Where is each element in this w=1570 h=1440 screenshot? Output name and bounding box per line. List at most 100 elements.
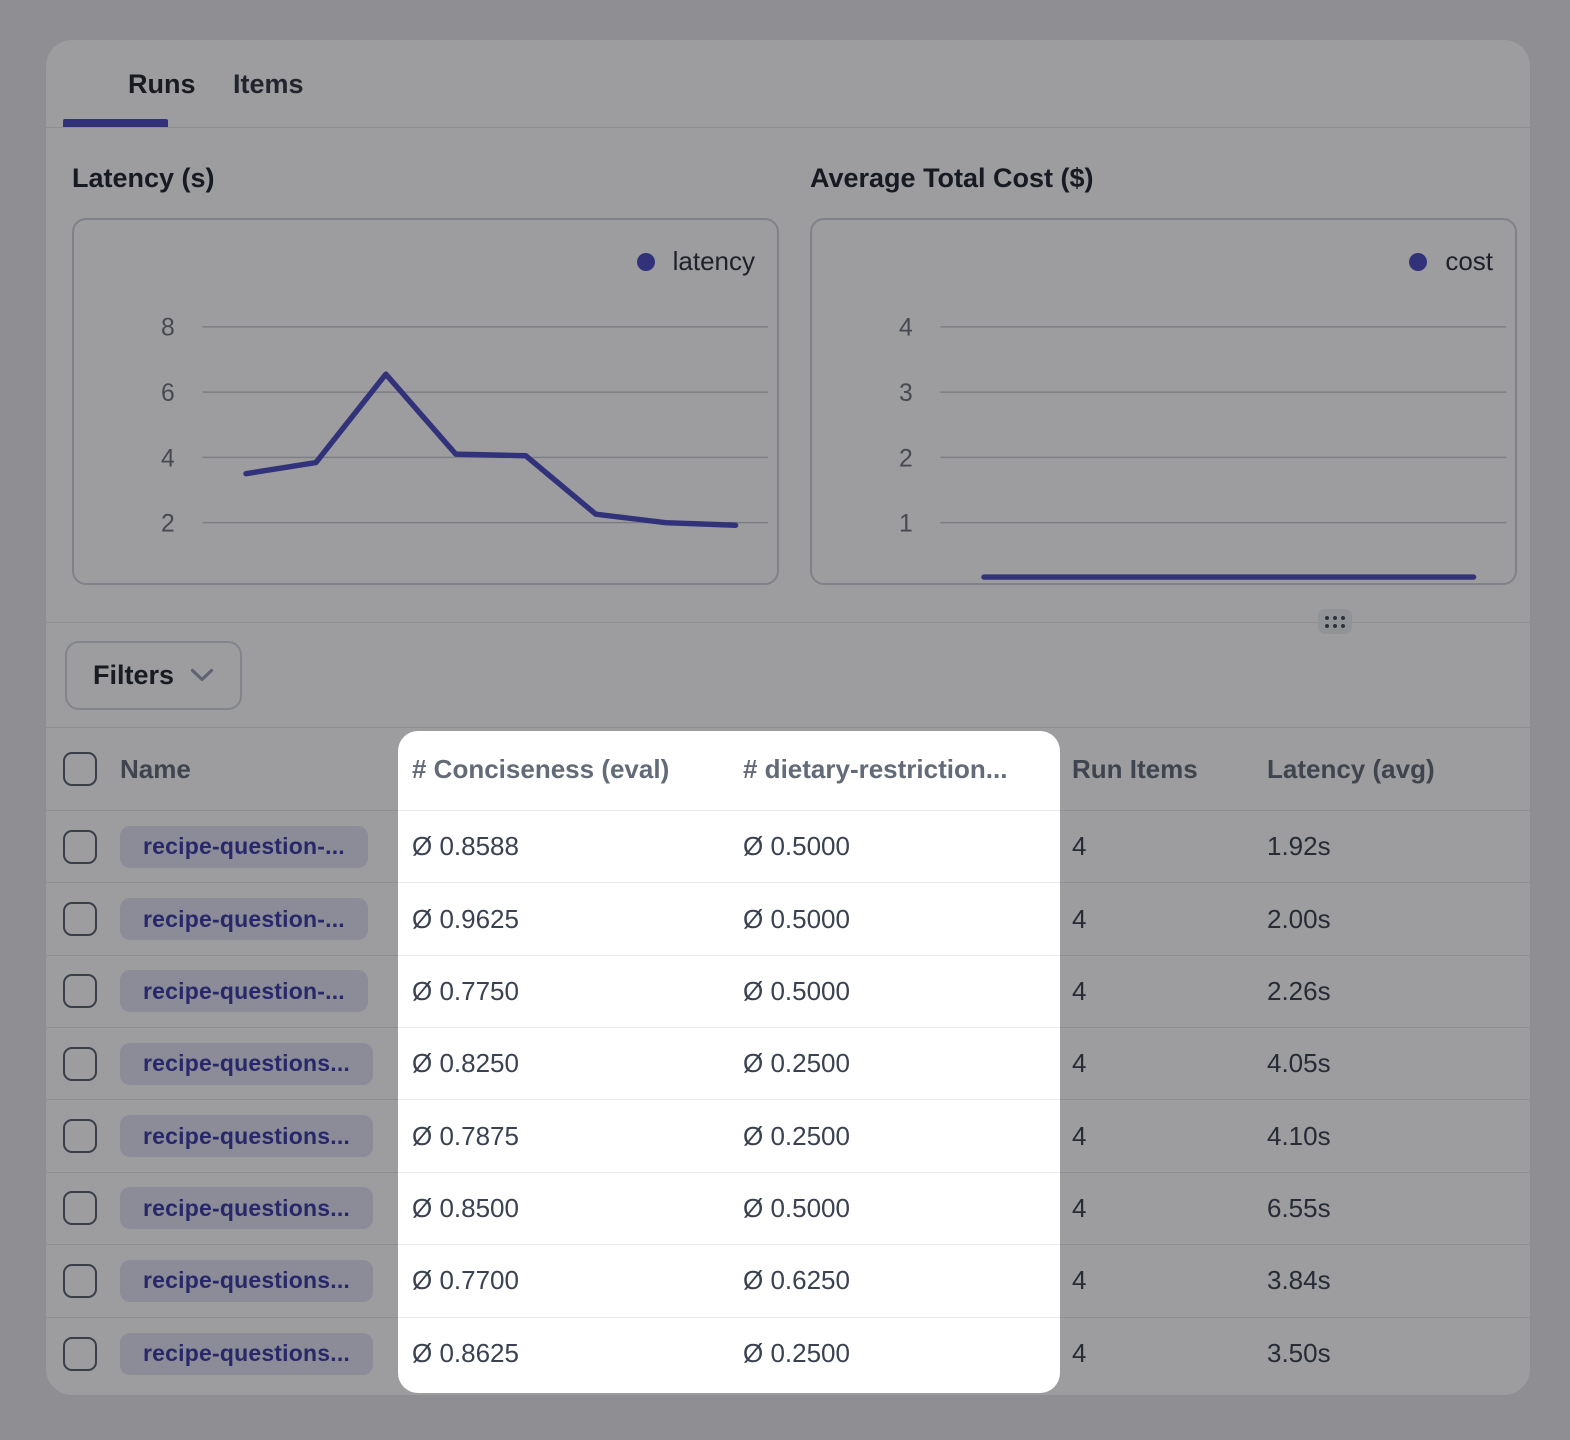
dietary-value: Ø 0.2500: [737, 1048, 1060, 1079]
run-items-value: 4: [1060, 831, 1255, 862]
row-checkbox-cell: [46, 830, 120, 864]
dietary-value: Ø 0.5000: [737, 976, 1060, 1007]
filters-button[interactable]: Filters: [65, 641, 242, 710]
run-name-cell: recipe-question-...: [120, 898, 398, 940]
conciseness-value: Ø 0.9625: [398, 904, 737, 935]
conciseness-value: Ø 0.7750: [398, 976, 737, 1007]
header-run-items: Run Items: [1060, 754, 1255, 785]
tab-runs[interactable]: Runs: [128, 40, 196, 128]
y-tick-label: 4: [161, 445, 175, 472]
run-name-label: recipe-questions...: [143, 1050, 350, 1077]
y-tick-label: 6: [161, 380, 175, 407]
row-checkbox[interactable]: [63, 974, 97, 1008]
latency-avg-value: 3.50s: [1255, 1338, 1530, 1369]
main-panel: Runs Items Latency (s) Average Total Cos…: [46, 40, 1530, 1395]
row-checkbox[interactable]: [63, 1337, 97, 1371]
run-name-label: recipe-questions...: [143, 1123, 350, 1150]
run-items-value: 4: [1060, 976, 1255, 1007]
row-checkbox[interactable]: [63, 902, 97, 936]
run-name-badge[interactable]: recipe-question-...: [120, 970, 368, 1012]
run-name-cell: recipe-questions...: [120, 1333, 398, 1375]
latency-avg-value: 2.00s: [1255, 904, 1530, 935]
latency-avg-value: 2.26s: [1255, 976, 1530, 1007]
run-name-label: recipe-questions...: [143, 1340, 350, 1367]
table-row: recipe-questions... Ø 0.8625 Ø 0.2500 4 …: [46, 1318, 1530, 1390]
latency-avg-value: 1.92s: [1255, 831, 1530, 862]
run-items-value: 4: [1060, 1265, 1255, 1296]
runs-table: Name # Conciseness (eval) # dietary-rest…: [46, 727, 1530, 1390]
page: { "tabs": [ {"label": "Runs", "active": …: [0, 0, 1570, 1440]
latency-chart: 2 4 6 8 latency: [72, 218, 779, 585]
run-name-label: recipe-questions...: [143, 1195, 350, 1222]
dietary-value: Ø 0.2500: [737, 1338, 1060, 1369]
header-checkbox-cell: [46, 752, 120, 786]
row-checkbox-cell: [46, 1191, 120, 1225]
dietary-value: Ø 0.6250: [737, 1265, 1060, 1296]
cost-chart: 1234 cost: [810, 218, 1517, 585]
y-tick-label: 8: [161, 315, 175, 342]
run-name-badge[interactable]: recipe-question-...: [120, 898, 368, 940]
latency-line: [246, 374, 736, 525]
drag-handle[interactable]: [1318, 609, 1352, 634]
table-row: recipe-questions... Ø 0.7700 Ø 0.6250 4 …: [46, 1245, 1530, 1317]
table-row: recipe-questions... Ø 0.8500 Ø 0.5000 4 …: [46, 1173, 1530, 1245]
row-checkbox-cell: [46, 974, 120, 1008]
row-checkbox-cell: [46, 1047, 120, 1081]
table-header-row: Name # Conciseness (eval) # dietary-rest…: [46, 728, 1530, 811]
run-items-value: 4: [1060, 904, 1255, 935]
run-name-badge[interactable]: recipe-questions...: [120, 1043, 373, 1085]
latency-chart-legend: latency: [637, 246, 755, 277]
run-name-cell: recipe-questions...: [120, 1115, 398, 1157]
y-tick-label: 3: [899, 380, 913, 407]
select-all-checkbox[interactable]: [63, 752, 97, 786]
tab-items-label: Items: [233, 69, 304, 100]
grip-dots-icon: [1325, 616, 1345, 628]
latency-avg-value: 3.84s: [1255, 1265, 1530, 1296]
row-checkbox[interactable]: [63, 830, 97, 864]
latency-chart-title: Latency (s): [72, 163, 215, 194]
table-row: recipe-questions... Ø 0.7875 Ø 0.2500 4 …: [46, 1100, 1530, 1172]
y-tick-label: 2: [161, 511, 175, 538]
run-name-badge[interactable]: recipe-questions...: [120, 1187, 373, 1229]
chevron-down-icon: [190, 668, 214, 683]
conciseness-value: Ø 0.7700: [398, 1265, 737, 1296]
conciseness-value: Ø 0.8588: [398, 831, 737, 862]
dietary-value: Ø 0.5000: [737, 904, 1060, 935]
run-name-badge[interactable]: recipe-questions...: [120, 1115, 373, 1157]
filters-button-label: Filters: [93, 660, 174, 691]
row-checkbox[interactable]: [63, 1047, 97, 1081]
header-dietary: # dietary-restriction...: [737, 754, 1060, 785]
row-checkbox-cell: [46, 1264, 120, 1298]
latency-avg-value: 4.05s: [1255, 1048, 1530, 1079]
run-name-badge[interactable]: recipe-question-...: [120, 826, 368, 868]
run-name-cell: recipe-questions...: [120, 1043, 398, 1085]
conciseness-value: Ø 0.8625: [398, 1338, 737, 1369]
run-items-value: 4: [1060, 1121, 1255, 1152]
row-checkbox[interactable]: [63, 1191, 97, 1225]
table-row: recipe-question-... Ø 0.8588 Ø 0.5000 4 …: [46, 811, 1530, 883]
table-row: recipe-questions... Ø 0.8250 Ø 0.2500 4 …: [46, 1028, 1530, 1100]
run-items-value: 4: [1060, 1048, 1255, 1079]
legend-dot-icon: [1409, 253, 1427, 271]
section-divider: [46, 622, 1530, 623]
dietary-value: Ø 0.5000: [737, 1193, 1060, 1224]
run-name-label: recipe-questions...: [143, 1267, 350, 1294]
latency-avg-value: 4.10s: [1255, 1121, 1530, 1152]
run-name-badge[interactable]: recipe-questions...: [120, 1333, 373, 1375]
run-name-cell: recipe-question-...: [120, 970, 398, 1012]
run-name-cell: recipe-question-...: [120, 826, 398, 868]
run-name-label: recipe-question-...: [143, 906, 345, 933]
header-conciseness: # Conciseness (eval): [398, 754, 737, 785]
conciseness-value: Ø 0.8250: [398, 1048, 737, 1079]
tab-items[interactable]: Items: [233, 40, 304, 128]
row-checkbox[interactable]: [63, 1264, 97, 1298]
run-name-label: recipe-question-...: [143, 833, 345, 860]
dietary-value: Ø 0.5000: [737, 831, 1060, 862]
cost-chart-title: Average Total Cost ($): [810, 163, 1094, 194]
conciseness-value: Ø 0.8500: [398, 1193, 737, 1224]
row-checkbox[interactable]: [63, 1119, 97, 1153]
latency-avg-value: 6.55s: [1255, 1193, 1530, 1224]
y-tick-label: 4: [899, 315, 913, 342]
run-name-cell: recipe-questions...: [120, 1187, 398, 1229]
run-name-badge[interactable]: recipe-questions...: [120, 1260, 373, 1302]
